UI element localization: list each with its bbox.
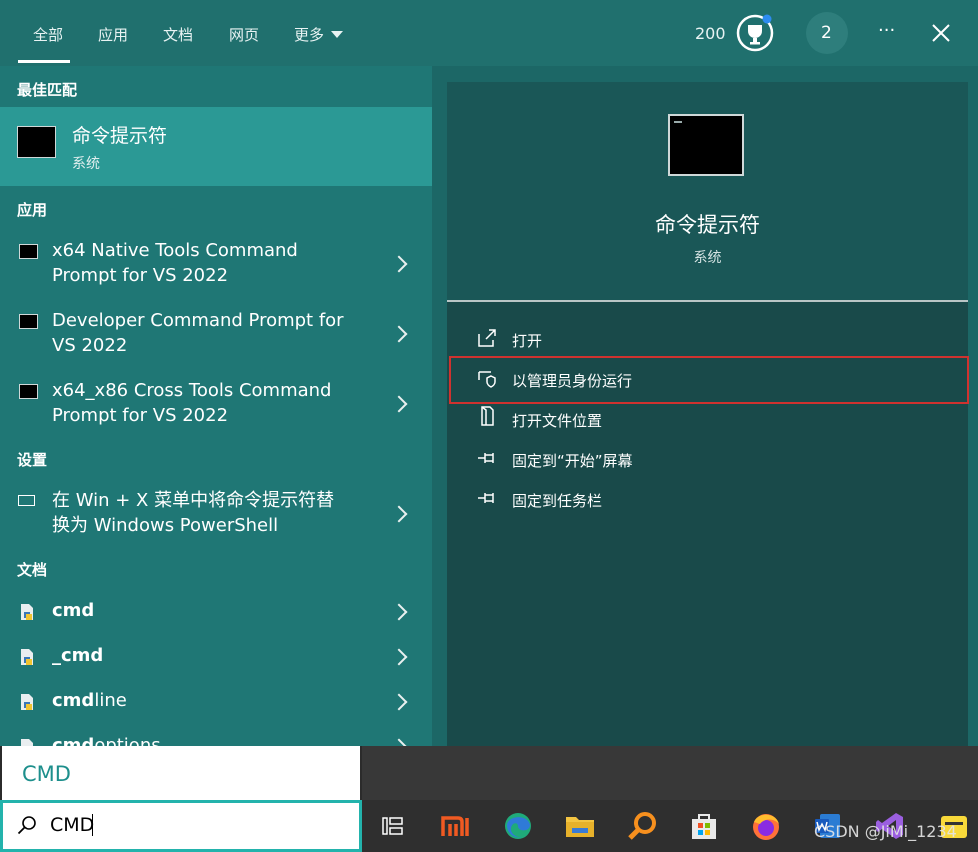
preview-header: 命令提示符 系统 bbox=[447, 82, 968, 300]
list-item[interactable]: cmdline bbox=[0, 686, 432, 726]
open-icon bbox=[478, 329, 496, 347]
tab-docs[interactable]: 文档 bbox=[163, 24, 193, 45]
doc-item-match: cmd bbox=[52, 690, 95, 711]
cmd-app-icon bbox=[17, 126, 56, 158]
pin-icon bbox=[478, 493, 494, 503]
search-app-icon[interactable] bbox=[626, 810, 658, 842]
action-run-as-admin-label: 以管理员身份运行 bbox=[512, 372, 633, 390]
edge-browser-icon[interactable] bbox=[502, 810, 534, 842]
tab-all[interactable]: 全部 bbox=[33, 24, 63, 45]
action-open-label: 打开 bbox=[512, 332, 543, 350]
pin-icon bbox=[478, 453, 494, 463]
cmd-cursor-mark bbox=[674, 121, 682, 123]
store-icon[interactable] bbox=[688, 810, 720, 842]
settings-item-line1: 在 Win + X 菜单中将命令提示符替 bbox=[52, 490, 335, 511]
cmd-app-large-icon bbox=[668, 114, 744, 176]
best-match-subtitle: 系统 bbox=[72, 156, 100, 172]
doc-item-rest: line bbox=[94, 690, 127, 711]
tab-web[interactable]: 网页 bbox=[229, 24, 259, 45]
python-file-icon bbox=[21, 739, 33, 746]
close-icon[interactable] bbox=[932, 24, 950, 42]
app-item-line2: Prompt for VS 2022 bbox=[52, 265, 229, 286]
chevron-right-icon[interactable] bbox=[390, 255, 408, 273]
search-tabs-bar: 全部 应用 文档 网页 更多 200 2 ··· bbox=[0, 0, 978, 66]
python-file-icon bbox=[21, 649, 33, 665]
section-settings: 设置 bbox=[17, 451, 48, 469]
app-item-line2: VS 2022 bbox=[52, 335, 128, 356]
python-file-icon bbox=[21, 604, 33, 620]
results-panel: 最佳匹配 命令提示符 系统 应用 x64 Native Tools Comman… bbox=[0, 66, 432, 746]
tab-more[interactable]: 更多 bbox=[294, 24, 344, 45]
app-item-line1: x64_x86 Cross Tools Command bbox=[52, 380, 332, 401]
chevron-right-icon[interactable] bbox=[390, 738, 408, 746]
tab-more-label: 更多 bbox=[294, 26, 325, 44]
section-docs: 文档 bbox=[17, 561, 48, 579]
watermark-text: CSDN @JiMi_1234 bbox=[814, 822, 957, 841]
settings-item-line2: 换为 Windows PowerShell bbox=[52, 515, 279, 536]
chevron-right-icon[interactable] bbox=[390, 505, 408, 523]
trophy-icon[interactable] bbox=[736, 14, 774, 52]
app-item-line1: x64 Native Tools Command bbox=[52, 240, 298, 261]
list-item[interactable]: x64_x86 Cross Tools Command Prompt for V… bbox=[0, 376, 432, 438]
file-explorer-icon[interactable] bbox=[564, 810, 596, 842]
app-item-line2: Prompt for VS 2022 bbox=[52, 405, 229, 426]
monitor-icon bbox=[18, 495, 35, 506]
doc-item: cmd bbox=[52, 598, 94, 623]
preview-divider bbox=[447, 300, 968, 302]
firefox-icon[interactable] bbox=[750, 810, 782, 842]
search-input[interactable]: CMD bbox=[50, 814, 94, 836]
points-count: 200 bbox=[695, 24, 726, 43]
chevron-right-icon[interactable] bbox=[390, 325, 408, 343]
doc-item-match: _cmd bbox=[52, 645, 104, 666]
doc-item: _cmd bbox=[52, 643, 103, 668]
list-item[interactable]: 在 Win + X 菜单中将命令提示符替 换为 Windows PowerShe… bbox=[0, 486, 432, 548]
chevron-right-icon[interactable] bbox=[390, 693, 408, 711]
tab-apps[interactable]: 应用 bbox=[98, 24, 128, 45]
preview-subtitle: 系统 bbox=[693, 250, 722, 266]
desktop-strip bbox=[362, 746, 978, 800]
doc-item-match: cmd bbox=[52, 735, 95, 746]
search-icon bbox=[17, 816, 36, 835]
best-match-title: 命令提示符 bbox=[72, 125, 168, 147]
cmd-app-icon bbox=[19, 384, 38, 399]
autocomplete-text: CMD bbox=[22, 762, 71, 786]
app-item-line1: Developer Command Prompt for bbox=[52, 310, 344, 331]
chevron-down-icon bbox=[331, 31, 344, 38]
text-cursor bbox=[92, 814, 93, 836]
action-open-file-location-label: 打开文件位置 bbox=[512, 412, 603, 430]
doc-item: cmdline bbox=[52, 688, 127, 713]
preview-title: 命令提示符 bbox=[655, 213, 760, 237]
best-match-item[interactable]: 命令提示符 系统 bbox=[0, 107, 432, 186]
active-tab-indicator bbox=[18, 60, 70, 63]
list-item[interactable]: cmd bbox=[0, 596, 432, 636]
badge-count: 2 bbox=[821, 23, 832, 43]
chevron-right-icon[interactable] bbox=[390, 603, 408, 621]
mi-app-icon[interactable] bbox=[440, 810, 472, 842]
task-view-icon[interactable] bbox=[377, 810, 409, 842]
rewards-badge[interactable]: 2 bbox=[806, 12, 848, 54]
section-best-match: 最佳匹配 bbox=[17, 81, 78, 99]
shield-icon bbox=[478, 371, 496, 388]
list-item[interactable]: cmdoptions bbox=[0, 731, 432, 746]
action-pin-taskbar-label: 固定到任务栏 bbox=[512, 492, 603, 510]
list-item[interactable]: Developer Command Prompt for VS 2022 bbox=[0, 306, 432, 368]
action-pin-start-label: 固定到“开始”屏幕 bbox=[512, 452, 633, 470]
list-item[interactable]: x64 Native Tools Command Prompt for VS 2… bbox=[0, 236, 432, 298]
list-item[interactable]: _cmd bbox=[0, 641, 432, 681]
doc-item: cmdoptions bbox=[52, 733, 161, 746]
section-apps: 应用 bbox=[17, 201, 48, 219]
doc-item-rest: options bbox=[94, 735, 161, 746]
chevron-right-icon[interactable] bbox=[390, 648, 408, 666]
more-options-icon[interactable]: ··· bbox=[878, 20, 895, 41]
doc-item-match: cmd bbox=[52, 600, 95, 621]
cmd-app-icon bbox=[19, 314, 38, 329]
file-location-icon bbox=[481, 406, 494, 426]
chevron-right-icon[interactable] bbox=[390, 395, 408, 413]
python-file-icon bbox=[21, 694, 33, 710]
cmd-app-icon bbox=[19, 244, 38, 259]
